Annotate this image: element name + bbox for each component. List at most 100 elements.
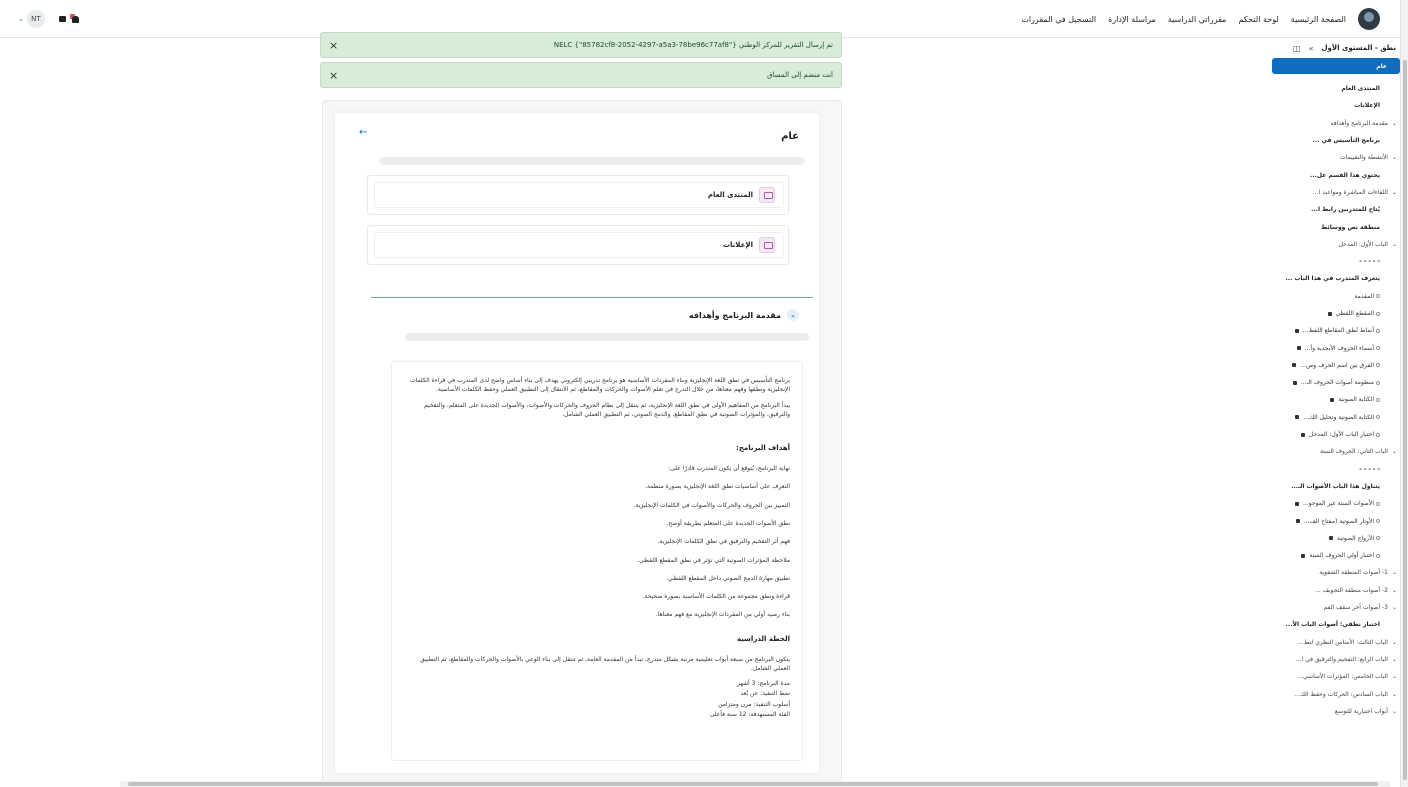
course-index-label: 1- أصوات المنطقة الشفوية [1319,569,1388,577]
course-index-item[interactable]: ⌄ الباب الرابع: التفخيم والترقيق في ا... [1272,651,1400,668]
activity-row[interactable]: الإعلانات [374,232,784,258]
chevron-down-icon[interactable]: ⌄ [1392,587,1397,594]
close-icon[interactable]: × [329,39,338,52]
vertical-scrollbar[interactable] [1400,0,1408,787]
messages-icon[interactable] [58,16,66,22]
completion-circle-icon [1376,519,1380,524]
course-index-label: الكتابة الصوتية [1338,396,1374,404]
chevron-down-icon[interactable]: ⌄ [1392,673,1397,680]
course-index-item[interactable]: يُتاح للمتدربين رابط ا... [1272,201,1400,218]
nav-link-my-courses[interactable]: مقرراتي الدراسية [1168,15,1227,24]
course-index-item[interactable]: يتعرف المتدرب في هذا الباب ... [1272,270,1400,287]
course-index-item[interactable]: الفرق بين اسم الحرف وص... [1272,357,1400,374]
course-index-item[interactable]: منطقة نص ووسائط [1272,218,1400,235]
lock-icon [1327,311,1332,316]
activity-name[interactable]: الإعلانات [723,241,753,249]
course-index-item[interactable]: ⌄ اللقاءات المباشرة ومواعيد ا... [1272,184,1400,201]
course-index-item[interactable]: ⌄ الباب السادس: الحركات وحفظ الك... [1272,685,1400,702]
course-index-item[interactable]: المنتدى العام [1272,80,1400,97]
chevron-down-icon[interactable]: ⌄ [1392,639,1397,646]
chevron-double-down-icon[interactable]: » [1309,44,1314,53]
nav-link-enrol[interactable]: التسجيل في المقررات [1021,15,1096,24]
lock-icon [1294,328,1299,333]
course-index-item[interactable]: الكتابة الصوتية وتحليل الك... [1272,409,1400,426]
chevron-down-icon[interactable]: ⌄ [1391,63,1396,70]
alert-enrolled: أنت منضم إلى المساق × [320,62,842,88]
course-index-label: اختبار نطقي: أصوات الباب الأ... [1285,621,1380,629]
chevron-down-icon: ⌄ [18,15,24,23]
close-icon[interactable]: × [329,69,338,82]
panel-close-icon[interactable]: ◫ [1293,44,1301,53]
nav-link-dashboard[interactable]: لوحة التحكم [1238,15,1278,24]
course-index-item[interactable]: ⌄ أبواب اختيارية للتوسع [1272,703,1400,720]
course-index-item[interactable]: يحتوي هذا القسم عل... [1272,166,1400,183]
chevron-down-icon[interactable]: ⌄ [1392,708,1397,715]
nav-link-home[interactable]: الصفحة الرئيسية [1291,15,1346,24]
scrollbar-thumb[interactable] [128,782,1378,786]
course-index-item[interactable]: ⌄ الباب الأول: المدخل [1272,236,1400,253]
chevron-down-icon[interactable]: ⌄ [1392,241,1397,248]
plan-intro: يتكون البرنامج من سبعة أبواب تعليمية مرت… [420,655,790,672]
chevron-down-icon[interactable]: ⌄ [787,309,799,321]
course-index-item[interactable]: ⌄ 2- أصوات منطقة التجويف ... [1272,582,1400,599]
course-index-label: الباب الرابع: التفخيم والترقيق في ا... [1295,655,1388,663]
completion-circle-icon [1376,536,1380,541]
course-index-item[interactable]: ⌄ 3- أصوات آخر سقف الفم [1272,599,1400,616]
course-index-label: يتناول هذا الباب الأصوات الـ... [1291,482,1380,490]
avatar: NT [26,10,45,28]
course-index-item[interactable]: يتناول هذا الباب الأصوات الـ... [1272,478,1400,495]
horizontal-scrollbar[interactable] [120,781,1390,787]
forum-icon [759,187,775,203]
section-summary: برنامج التأسيس في نطق اللغة الإنجليزية و… [391,361,803,761]
chevron-down-icon[interactable]: ⌄ [1392,604,1397,611]
chevron-down-icon[interactable]: ⌄ [1392,189,1397,196]
activity-name[interactable]: المنتدى العام [708,191,753,199]
course-index-item[interactable]: اختبار الباب الأول: المدخل [1272,426,1400,443]
summary-paragraph: يبدأ البرنامج من المفاهيم الأولى في نطق … [424,401,790,418]
course-index-item[interactable]: منظومة أصوات الحروف الـ... [1272,374,1400,391]
nav-link-contact-admin[interactable]: مراسلة الإدارة [1108,15,1156,24]
section-header-intro[interactable]: ⌄ مقدمة البرنامج وأهدافه [689,309,799,321]
chevron-down-icon[interactable]: ⌄ [1392,569,1397,576]
course-index-item[interactable]: ⌄ الباب الخامس: المؤثرات الأساسي... [1272,668,1400,685]
chevron-down-icon[interactable]: ⌄ [1392,656,1397,663]
course-index-item[interactable]: الأصوات الستة غير الموجو... [1272,495,1400,512]
course-index-item[interactable]: الإعلانات [1272,97,1400,114]
course-index-item[interactable]: ⌄ الأنشطة والتقييمات [1272,149,1400,166]
activity-row[interactable]: المنتدى العام [374,182,784,208]
course-index-item[interactable]: الأوتار الصوتية (مفتاح الف... [1272,512,1400,529]
course-index-item[interactable]: أنماط نُطق المقاطع اللفظ... [1272,322,1400,339]
completion-circle-icon [1376,294,1380,299]
course-index-item[interactable]: ⌄ مقدمة البرنامج وأهدافه [1272,115,1400,132]
completion-circle-icon [1376,380,1380,385]
course-index-item[interactable]: - - - - - [1272,253,1400,270]
course-index-item[interactable]: الأزواج الصوتية [1272,530,1400,547]
course-index-item[interactable]: المقطع اللفظي [1272,305,1400,322]
goal-item: بناء رصيد أولي من المفردات الإنجليزية مع… [655,611,790,619]
course-index-item[interactable]: ⌄ 1- أصوات المنطقة الشفوية [1272,564,1400,581]
course-index-item[interactable]: اختبار أولي الحروف الستة [1272,547,1400,564]
course-index-item[interactable]: برنامج التأسيس في ... [1272,132,1400,149]
completion-circle-icon [1376,432,1380,437]
chevron-down-icon[interactable]: ⌄ [1392,691,1397,698]
course-index-item[interactable]: - - - - - [1272,461,1400,478]
course-index-item[interactable]: ⌄ الباب الثالث: الأساس النظري لنط... [1272,634,1400,651]
chevron-down-icon[interactable]: ⌄ [1392,448,1397,455]
goal-item: قراءة ونطق مجموعة من الكلمات الأساسية بص… [642,593,790,601]
notifications-button[interactable] [69,14,80,24]
course-index-item[interactable]: الكتابة الصوتية [1272,391,1400,408]
course-index-label: - - - - - [1359,258,1380,266]
course-index-label: الباب الخامس: المؤثرات الأساسي... [1297,673,1388,681]
course-index-item[interactable]: ⌄ عام [1272,58,1400,74]
user-menu[interactable]: ⌄ NT [18,10,45,28]
back-arrow-icon[interactable]: ← [359,127,367,138]
course-index-item[interactable]: اختبار نطقي: أصوات الباب الأ... [1272,616,1400,633]
lock-icon [1295,519,1300,524]
chevron-down-icon[interactable]: ⌄ [1392,154,1397,161]
site-logo[interactable] [1358,8,1380,30]
scrollbar-thumb[interactable] [1403,60,1407,780]
course-index-item[interactable]: أسماء الحروف الأبجدية وأ... [1272,339,1400,356]
course-index-item[interactable]: المقدمة [1272,288,1400,305]
course-index-item[interactable]: ⌄ الباب الثاني: الحروف الستة [1272,443,1400,460]
chevron-down-icon[interactable]: ⌄ [1392,120,1397,127]
